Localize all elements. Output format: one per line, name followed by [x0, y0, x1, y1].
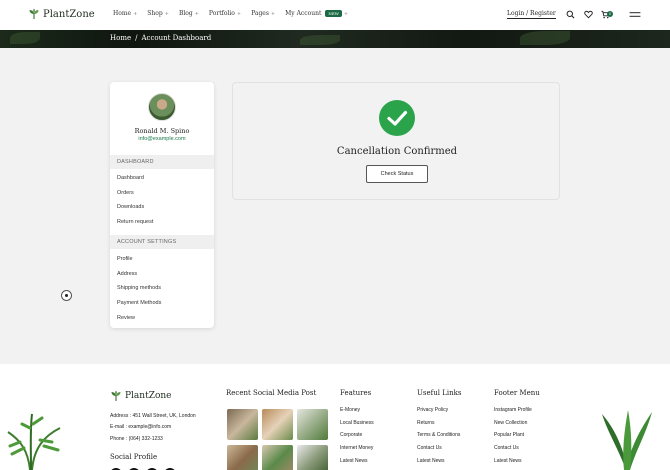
nav-blog-label: Blog — [178, 10, 193, 17]
user-email[interactable]: info@example.com — [110, 136, 214, 142]
footer-link[interactable]: Instagram Profile — [494, 407, 532, 413]
nav-home-label: Home — [113, 10, 132, 17]
radio-toggle[interactable] — [61, 290, 72, 301]
breadcrumb-home[interactable]: Home — [110, 34, 131, 42]
sidebar-item-address[interactable]: Address — [117, 271, 137, 277]
sidebar-item-return-request[interactable]: Return request — [117, 219, 153, 225]
sidebar-item-dashboard[interactable]: Dashboard — [117, 175, 144, 181]
plus-icon: + — [236, 10, 242, 17]
user-name: Ronald M. Spino — [134, 127, 190, 135]
social-post-thumb[interactable] — [227, 409, 258, 440]
breadcrumb: Home / Account Dashboard — [110, 34, 211, 42]
footer-link[interactable]: Latest News — [417, 458, 445, 464]
nav-pages[interactable]: Pages + — [251, 10, 275, 17]
plus-icon: + — [164, 10, 169, 17]
confirmation-card: Cancellation Confirmed Check Status — [232, 82, 560, 200]
footer-link[interactable]: Local Business — [340, 420, 374, 426]
confirmation-title: Cancellation Confirmed — [336, 146, 458, 157]
site-footer: PlantZone Address : 451 Wall Street, UK,… — [0, 364, 670, 470]
footer-link[interactable]: Corporate — [340, 432, 362, 438]
section-account-settings: ACCOUNT SETTINGS — [110, 235, 214, 249]
breadcrumb-current: Account Dashboard — [141, 34, 212, 42]
search-icon[interactable] — [566, 10, 575, 19]
new-badge: NEW — [325, 10, 342, 17]
nav-shop-label: Shop — [147, 10, 163, 17]
nav-my-account[interactable]: My Account NEW + — [285, 10, 348, 17]
plus-icon: + — [194, 10, 199, 17]
nav-portfolio[interactable]: Portfolio + — [209, 10, 241, 17]
footer-link[interactable]: Latest News — [494, 458, 522, 464]
banner-leaf-decoration — [300, 35, 340, 45]
section-dashboard: DASHBOARD — [110, 155, 214, 169]
social-post-thumb[interactable] — [297, 409, 328, 440]
footer-link[interactable]: Contact Us — [417, 445, 442, 451]
check-status-button[interactable]: Check Status — [366, 165, 428, 183]
login-register-link[interactable]: Login / Register — [507, 10, 556, 19]
sidebar-item-downloads[interactable]: Downloads — [117, 204, 144, 210]
social-post-thumb[interactable] — [227, 445, 258, 470]
plus-icon: + — [133, 10, 138, 17]
check-circle-icon — [379, 100, 415, 136]
footer-link[interactable]: Internet Money — [340, 445, 373, 451]
plus-icon: + — [270, 10, 276, 17]
social-post-thumb[interactable] — [297, 445, 328, 470]
plant-logo-icon — [29, 8, 39, 19]
footer-phone[interactable]: Phone : (064) 332-1233 — [110, 436, 163, 442]
breadcrumb-separator: / — [135, 34, 138, 42]
site-header: PlantZone Home + Shop + Blog + Portfolio + P… — [0, 0, 670, 30]
footer-link[interactable]: Latest News — [340, 458, 368, 464]
banner-leaf-decoration — [10, 32, 40, 44]
social-post-thumb[interactable] — [262, 409, 293, 440]
sidebar-item-profile[interactable]: Profile — [117, 256, 133, 262]
page-banner: Home / Account Dashboard — [0, 30, 670, 48]
footer-link[interactable]: Terms & Conditions — [417, 432, 460, 438]
footer-col-useful-links-title: Useful Links — [417, 389, 462, 397]
avatar — [148, 93, 176, 121]
social-profile-heading: Social Profile — [110, 453, 158, 461]
social-post-thumb[interactable] — [262, 445, 293, 470]
footer-link[interactable]: Privacy Policy — [417, 407, 448, 413]
plant-logo-icon — [111, 390, 121, 401]
footer-email[interactable]: E-mail : example@info.com — [110, 424, 171, 430]
cart-count-badge: 0 — [607, 11, 613, 17]
nav-shop[interactable]: Shop + — [147, 10, 169, 17]
footer-col-features-title: Features — [340, 389, 372, 397]
footer-link[interactable]: Contact Us — [494, 445, 519, 451]
nav-blog[interactable]: Blog + — [179, 10, 199, 17]
menu-icon[interactable] — [629, 10, 641, 19]
footer-address: Address : 451 Wall Street, UK, London — [110, 413, 196, 419]
brand-logo[interactable]: PlantZone — [28, 8, 95, 20]
brand-name: PlantZone — [43, 8, 95, 20]
main-nav: Home + Shop + Blog + Portfolio + Pages + My A… — [113, 10, 358, 17]
sidebar-item-payment-methods[interactable]: Payment Methods — [117, 300, 161, 306]
heart-icon[interactable] — [584, 10, 593, 19]
nav-portfolio-label: Portfolio — [208, 10, 235, 17]
plus-icon: + — [343, 10, 349, 17]
footer-link[interactable]: E-Money — [340, 407, 360, 413]
footer-brand-logo[interactable]: PlantZone — [110, 390, 172, 402]
sidebar-item-orders[interactable]: Orders — [117, 190, 134, 196]
social-media-heading: Recent Social Media Post — [226, 389, 317, 397]
sidebar-item-review[interactable]: Review — [117, 315, 135, 321]
banner-leaf-decoration — [520, 31, 570, 45]
footer-link[interactable]: Returns — [417, 420, 435, 426]
footer-link[interactable]: Popular Plant — [494, 432, 524, 438]
footer-col-menu-title: Footer Menu — [494, 389, 540, 397]
footer-brand-name: PlantZone — [125, 391, 172, 401]
footer-link[interactable]: New Collection — [494, 420, 527, 426]
nav-pages-label: Pages — [251, 10, 269, 17]
nav-home[interactable]: Home + — [113, 10, 137, 17]
nav-my-account-label: My Account — [285, 10, 322, 17]
sidebar-item-shipping-methods[interactable]: Shipping methods — [117, 285, 161, 291]
account-sidebar: Ronald M. Spino info@example.com DASHBOA… — [110, 82, 214, 328]
plant-decoration-icon — [7, 413, 61, 470]
plant-decoration-icon — [602, 410, 652, 470]
